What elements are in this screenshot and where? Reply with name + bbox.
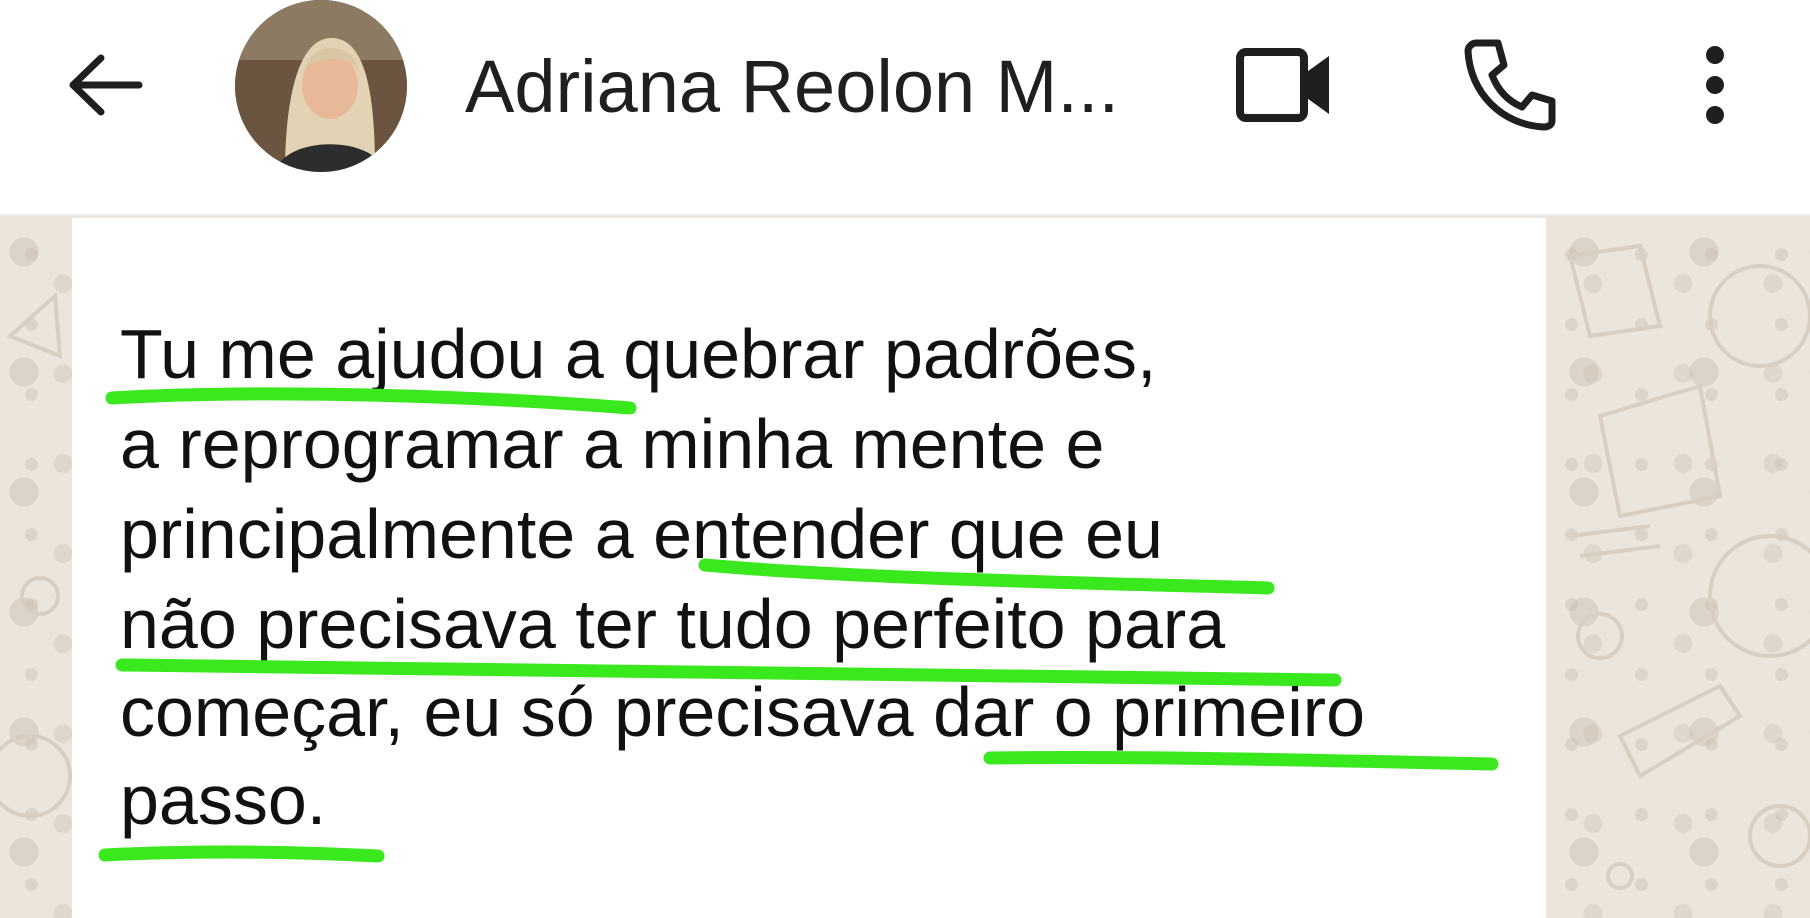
message-line: a reprogramar a minha mente e: [120, 405, 1105, 483]
avatar[interactable]: [235, 0, 407, 172]
avatar-photo: [235, 0, 407, 172]
message-line: começar, eu só precisava dar o primeiro: [120, 673, 1365, 751]
chat-header: Adriana Reolon M...: [0, 0, 1810, 216]
more-vertical-icon: [1706, 46, 1724, 124]
menu-button[interactable]: [1680, 35, 1750, 135]
back-button[interactable]: [55, 40, 155, 130]
arrow-left-icon: [69, 54, 143, 116]
phone-icon: [1464, 39, 1556, 131]
video-camera-icon: [1236, 48, 1329, 122]
video-call-button[interactable]: [1225, 40, 1345, 130]
message-line: Tu me ajudou a quebrar padrões,: [120, 315, 1157, 393]
message-line: passo.: [120, 761, 327, 839]
contact-name[interactable]: Adriana Reolon M...: [465, 42, 1165, 132]
voice-call-button[interactable]: [1455, 35, 1565, 135]
message-line: principalmente a entender que eu: [120, 495, 1163, 573]
message-line: não precisava ter tudo perfeito para: [120, 585, 1226, 663]
